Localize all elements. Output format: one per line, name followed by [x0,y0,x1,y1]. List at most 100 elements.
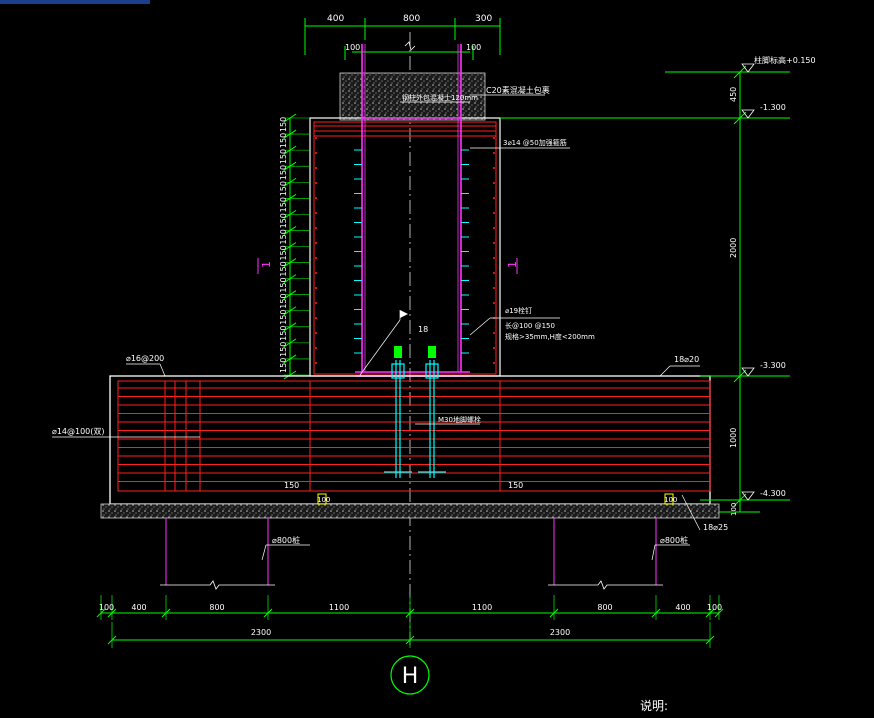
dim-top-400: 400 [327,14,344,24]
cover-label-left: 150 [284,481,299,490]
rebar-dot [315,317,317,319]
dim-inner-right-100: 100 [466,43,481,52]
anchor-bolts [384,360,446,478]
rebar-dot [493,242,495,244]
pile-cap-horizontal-bars [118,387,710,482]
right-dimension-lines [500,65,790,513]
rebar-dot [493,197,495,199]
callout-weld: 18 [418,325,428,334]
dim-top-800: 800 [403,14,420,24]
elevation-triangles [741,63,755,501]
callout-c20: C20素混凝土包裹 [486,85,550,95]
pedestal-spacing-label: 150 [279,261,288,276]
callout-stud-1: ⌀19栓钉 [505,306,532,315]
shear-studs-left [354,149,362,354]
pedestal-spacing-label: 150 [279,245,288,260]
bottom-dim-label: 1100 [472,603,492,612]
rebar-dot [493,302,495,304]
rebar-dot [315,272,317,274]
rebar-dot [315,362,317,364]
bottom-dim-label: 800 [209,603,224,612]
piles [165,518,657,585]
pile-cap-rebar-frame [117,380,711,492]
bolt-nuts [394,346,436,358]
dim-inner-left-100: 100 [345,43,360,52]
pedestal-spacing-label: 150 [279,213,288,228]
callout-pile-left: ⌀800桩 [272,535,300,545]
rebar-dot [493,152,495,154]
rebar-dot [493,257,495,259]
bottom-dim-label: 1100 [329,603,349,612]
shear-studs-right [461,149,469,354]
top-dimension-chain [304,18,501,60]
rebar-dot [493,137,495,139]
rebar-dot [315,347,317,349]
pedestal-rebar-dots [315,137,495,364]
bottom-total-dim-label: 2300 [550,628,570,637]
rebar-dot [315,287,317,289]
pedestal-rebar-frame [313,121,497,375]
elevation-3: -4.300 [760,489,786,498]
bottom-total-dim-label: 2300 [251,628,271,637]
right-dim-2000: 2000 [729,238,738,258]
rebar-dot [315,182,317,184]
callout-top-bars: 18⌀20 [674,355,699,364]
pedestal-spacing-label: 150 [279,149,288,164]
elevation-2: -3.300 [760,361,786,370]
bottom-dim-label: 800 [597,603,612,612]
bed-markers [317,493,674,505]
rebar-dot [493,212,495,214]
pile-break-lines [160,580,663,590]
ring-stirrups [314,125,496,137]
weld-flag-icon [400,310,408,318]
right-dim-1000: 1000 [729,428,738,448]
callout-side-bars: ⌀16@200 [126,354,164,363]
rebar-dot [315,332,317,334]
rebar-dot [315,167,317,169]
pedestal-spacing-label: 150 [279,358,288,373]
rebar-dot [315,152,317,154]
cover-small-right: 100 [664,496,677,504]
pedestal-spacing-label: 150 [279,117,288,132]
rebar-dot [315,257,317,259]
rebar-dot [315,227,317,229]
rebar-dot [493,272,495,274]
callout-wrap: 钢柱外包混凝土120mm [402,93,478,102]
rebar-dot [493,347,495,349]
rebar-dot [315,302,317,304]
pedestal-spacing-label: 150 [279,342,288,357]
concrete-bed [100,503,720,519]
pedestal-spacing-label: 150 [279,229,288,244]
pedestal-spacing-label: 150 [279,326,288,341]
rebar-dot [493,332,495,334]
rebar-dot [493,227,495,229]
bottom-dim-label: 400 [131,603,146,612]
callout-ring-bars: 3⌀14 @50加强箍筋 [503,138,567,147]
pedestal-spacing-label: 150 [279,277,288,292]
callout-bottom-bars: 18⌀25 [703,523,728,532]
callout-pile-right: ⌀800桩 [660,535,688,545]
pedestal-outline [309,117,501,377]
bottom-dim-label: 400 [675,603,690,612]
cover-small-left: 100 [317,496,330,504]
cover-label-right: 150 [508,481,523,490]
rebar-dot [493,362,495,364]
right-dim-450: 450 [729,87,738,102]
rebar-dot [315,137,317,139]
pedestal-spacing-label: 150 [279,181,288,196]
rebar-dot [315,197,317,199]
right-dim-100: 100 [730,503,738,516]
rebar-dot [493,167,495,169]
rebar-dot [315,242,317,244]
elevation-1: -1.300 [760,103,786,112]
rebar-dot [493,287,495,289]
rebar-dot [493,182,495,184]
bottom-dim-label: 100 [99,603,114,612]
callout-leaders [52,94,701,561]
section-title-letter: H [402,664,419,689]
elevation-top: 柱脚标高+0.150 [754,55,816,65]
pedestal-spacing-label: 150 [279,133,288,148]
dim-top-300: 300 [475,14,492,24]
section-mark-left: 1 [260,261,273,268]
foundation-section-drawing: 400 800 300 100 100 15015015015015015015… [52,14,816,713]
